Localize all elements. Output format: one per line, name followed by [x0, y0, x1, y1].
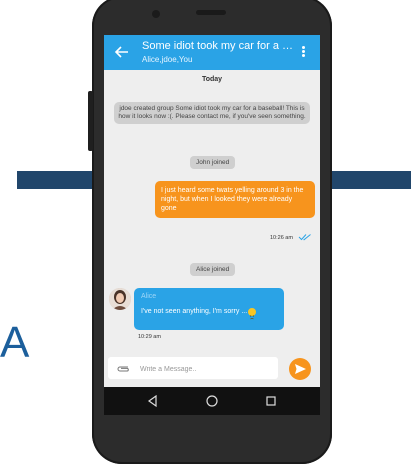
system-message-john-joined: John joined — [190, 156, 236, 169]
system-navigation-bar — [104, 387, 320, 415]
sad-face-emoji-icon — [248, 308, 256, 320]
side-button — [88, 91, 93, 151]
double-check-icon — [298, 234, 311, 241]
app-bar: Some idiot took my car for a b... Alice,… — [104, 35, 320, 70]
send-button[interactable] — [289, 358, 311, 380]
date-separator: Today — [201, 76, 223, 83]
send-icon — [295, 364, 306, 374]
more-vertical-icon[interactable] — [300, 45, 306, 59]
chat-title[interactable]: Some idiot took my car for a b... — [142, 40, 294, 52]
earpiece-speaker — [196, 10, 226, 15]
chat-participants: Alice,jdoe,You — [142, 55, 193, 64]
system-message-alice-joined: Alice joined — [190, 263, 236, 276]
incoming-message-sender: Alice — [141, 293, 157, 300]
incoming-message-bubble: Alice I've not seen anything, I'm sorry … — [134, 288, 284, 330]
circle-home-icon[interactable] — [205, 394, 219, 408]
outgoing-message-time: 10:26 am — [270, 235, 293, 241]
square-recents-icon[interactable] — [264, 394, 278, 408]
message-input-box — [108, 357, 278, 379]
triangle-back-icon[interactable] — [146, 394, 160, 408]
background-stripe-left — [17, 171, 101, 189]
background-letter: A — [0, 318, 30, 367]
front-camera — [152, 10, 160, 18]
incoming-message-text: I've not seen anything, I'm sorry ... — [141, 308, 248, 315]
phone-top-bezel — [92, 0, 332, 36]
avatar-photo — [109, 288, 131, 310]
outgoing-message-bubble: I just heard some twats yelling around 3… — [155, 181, 315, 218]
message-composer — [104, 354, 320, 384]
phone-screen: Some idiot took my car for a b... Alice,… — [104, 35, 320, 415]
avatar[interactable] — [109, 288, 131, 310]
paperclip-icon[interactable] — [116, 364, 130, 373]
message-input[interactable] — [138, 361, 272, 377]
incoming-message-time: 10:29 am — [138, 334, 161, 340]
system-message-group-created: jdoe created group Some idiot took my ca… — [114, 102, 310, 124]
arrow-left-icon[interactable] — [114, 43, 130, 61]
